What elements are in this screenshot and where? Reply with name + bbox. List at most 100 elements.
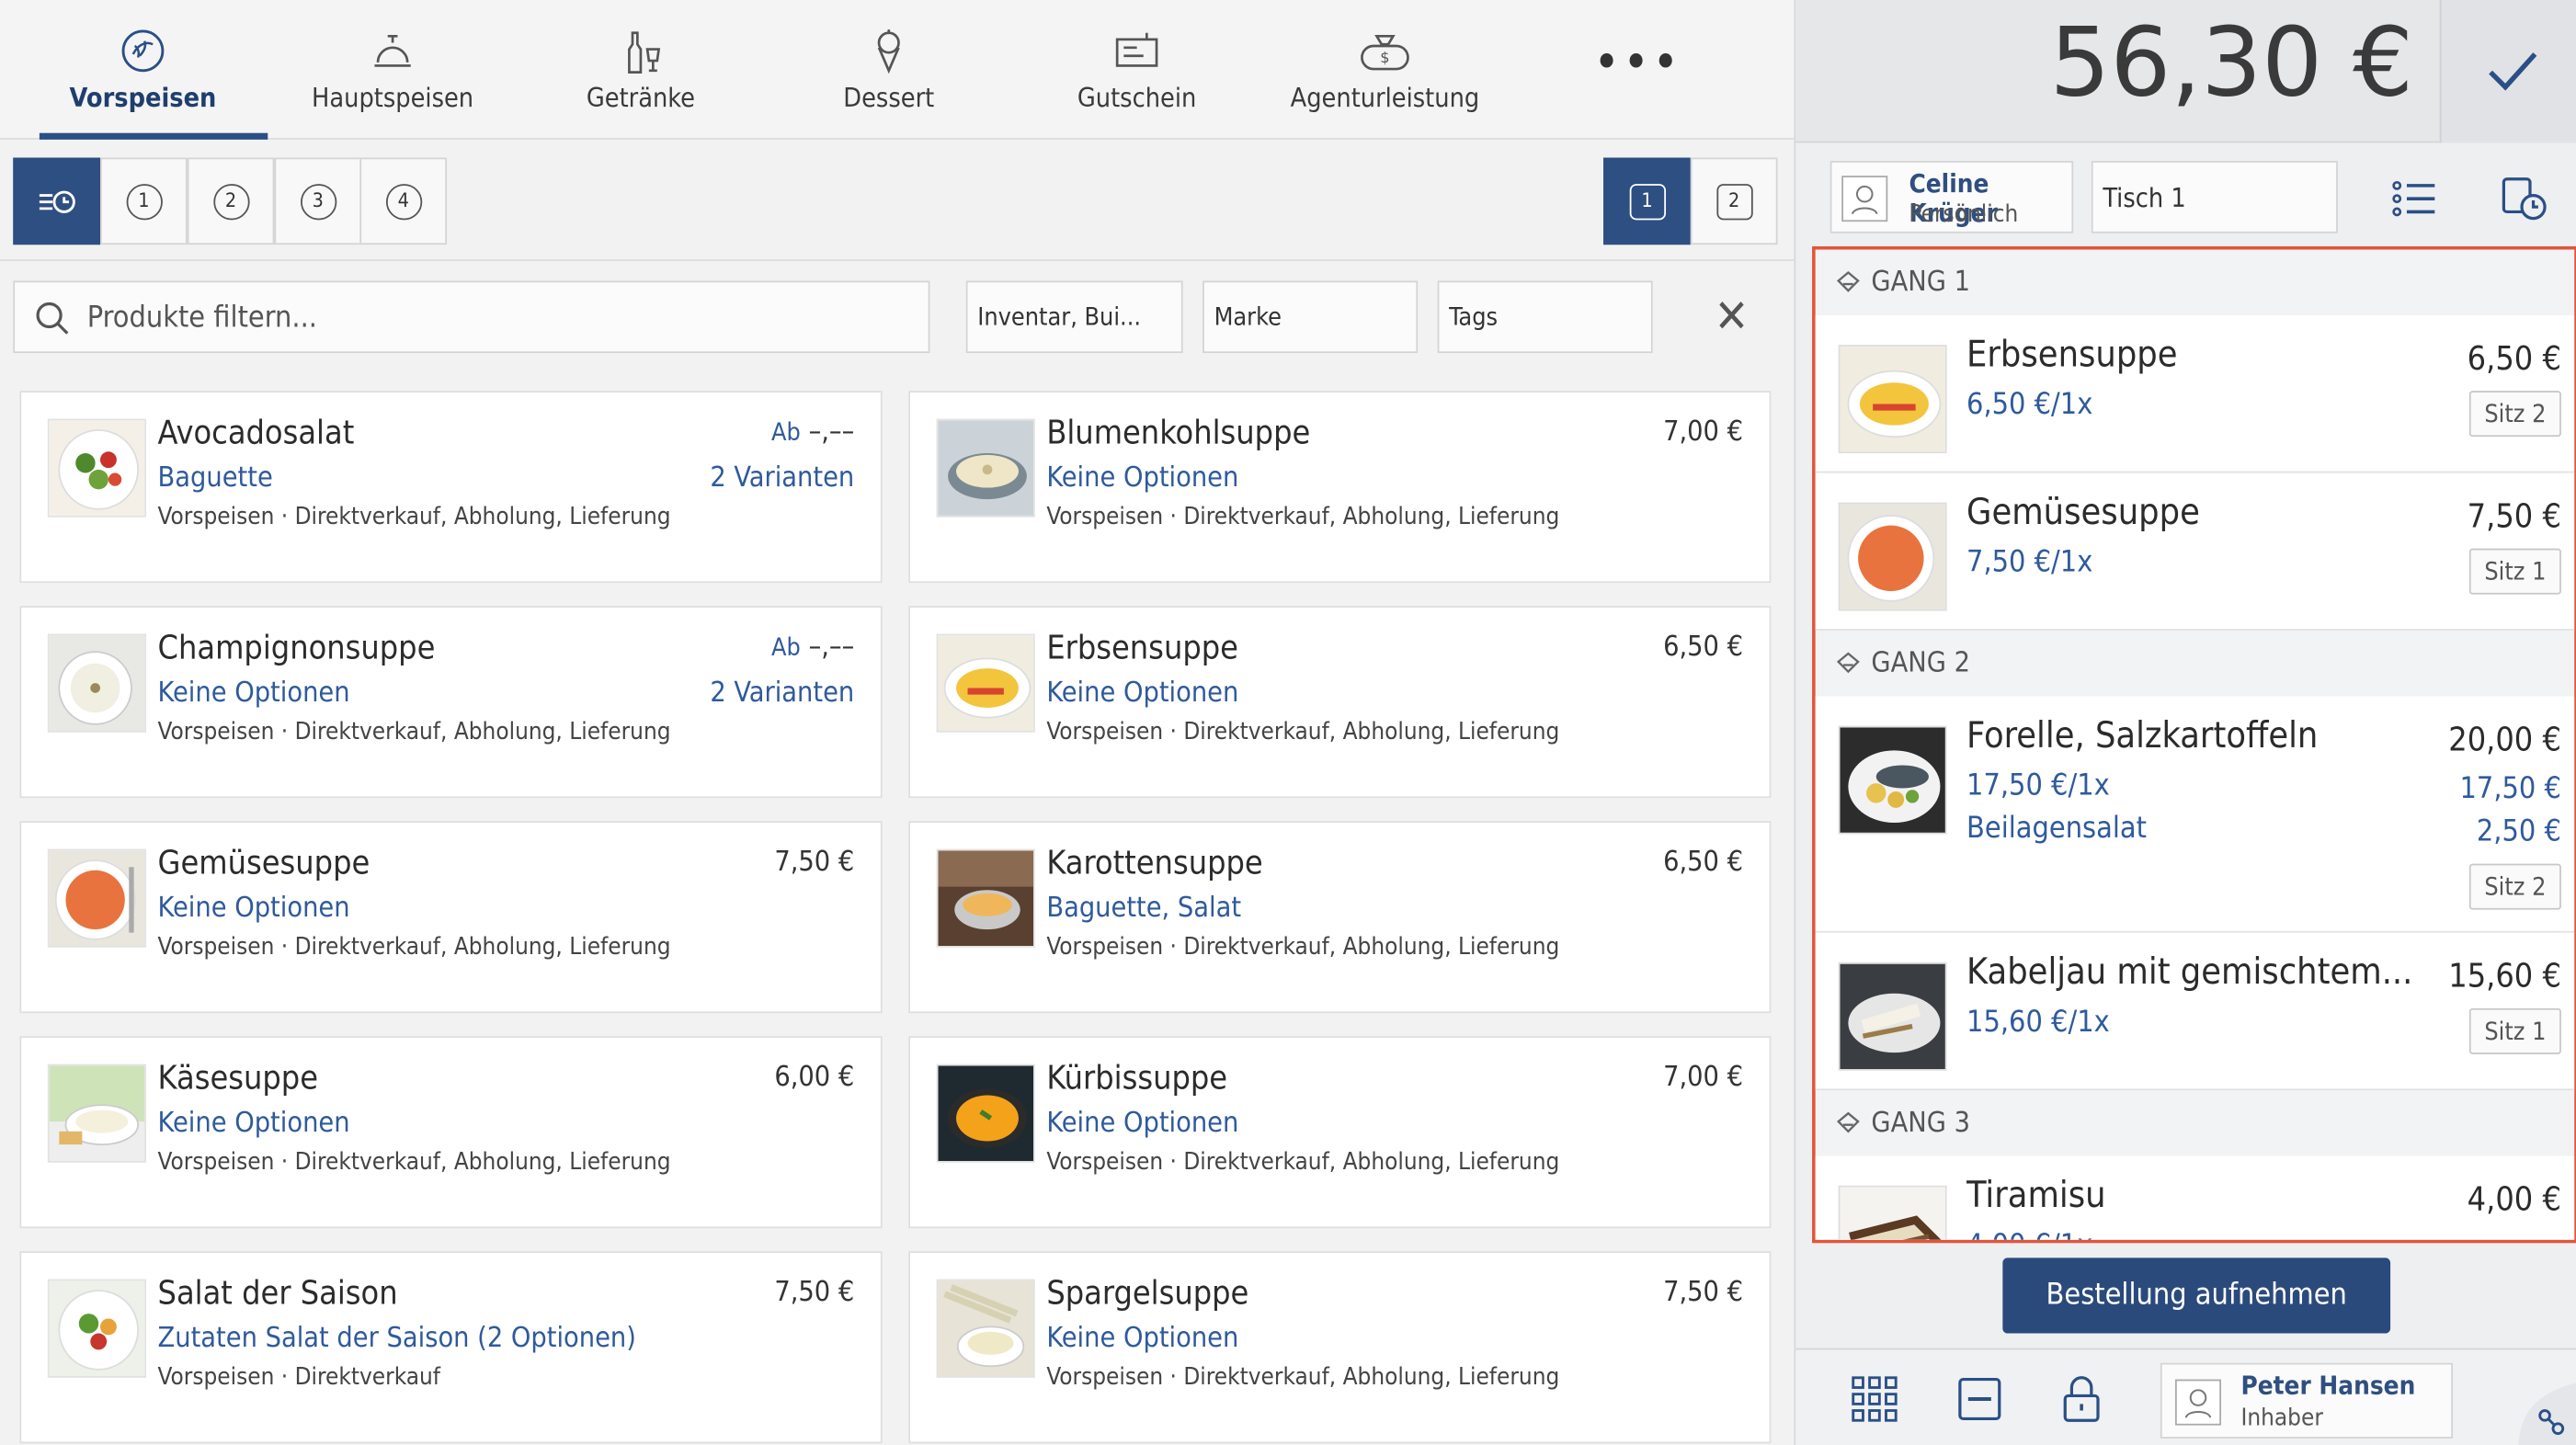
product-card[interactable]: Kürbissuppe 7,00 € Keine Optionen Vorspe… [908,1036,1772,1229]
course-label: GANG 1 [1871,266,1970,300]
product-card[interactable]: Avocadosalat Ab –,–– Baguette 2 Variante… [19,391,883,584]
brand-filter[interactable]: Marke [1203,280,1419,354]
order-item[interactable]: Tiramisu 4,00 € 4,00 €/1x [1815,1155,2575,1240]
course-label: GANG 3 [1871,1107,1970,1140]
product-card[interactable]: Salat der Saison 7,50 € Zutaten Salat de… [19,1251,883,1444]
settings-corner-icon[interactable] [2518,1382,2576,1445]
product-card[interactable]: Blumenkohlsuppe 7,00 € Keine Optionen Vo… [908,391,1772,584]
minus-square-icon[interactable] [1954,1372,2006,1425]
list-icon[interactable] [2390,174,2440,223]
product-options: Baguette [157,461,273,495]
confirm-button[interactable] [2439,0,2576,143]
product-image [936,633,1035,733]
product-price: 7,50 € [1663,1276,1744,1309]
item-price: 7,50 € [2467,495,2561,536]
seat-2-button[interactable]: 2 [1690,157,1778,245]
place-order-button[interactable]: Bestellung aufnehmen [2002,1257,2391,1334]
inventory-filter[interactable]: Inventar, Bui... [965,280,1183,354]
table-selector[interactable]: Tisch 1 [2091,161,2338,233]
product-card[interactable]: Karottensuppe 6,50 € Baguette, Salat Vor… [908,821,1772,1014]
product-price: 7,00 € [1663,415,1744,449]
seat-number: 2 [1715,183,1752,220]
tab-label: Vorspeisen [69,82,217,114]
product-variants: 2 Varianten [710,461,855,495]
product-meta: Vorspeisen · Direktverkauf, Abholung, Li… [157,719,671,746]
money-bag-icon: $ [1361,34,1409,71]
course-2-button[interactable]: 2 [187,157,275,245]
product-price: Ab –,–– [771,631,854,664]
product-meta: Vorspeisen · Direktverkauf, Abholung, Li… [1046,504,1560,531]
search-input[interactable]: Produkte filtern... [13,280,930,354]
product-name: Spargelsuppe [1046,1272,1249,1313]
tab-agenturleistung[interactable]: $ Agenturleistung [1261,0,1508,140]
product-name: Champignonsuppe [157,627,436,667]
svg-text:$: $ [1380,49,1389,66]
item-price: 6,50 € [2467,337,2561,378]
order-item[interactable]: Erbsensuppe 6,50 € 6,50 €/1x Sitz 2 [1815,314,2575,473]
tags-filter[interactable]: Tags [1437,280,1653,354]
product-price: Ab –,–– [771,415,854,449]
tab-label: Dessert [843,82,935,114]
order-context-row: Celine Krüger Persönlich Tisch 1 [1795,144,2576,246]
product-image [936,1279,1035,1378]
tab-getraenke[interactable]: Getränke [518,0,764,140]
waiter-selector[interactable]: Celine Krüger Persönlich [1829,161,2074,233]
item-name: Erbsensuppe [1966,335,2178,377]
item-image [1838,725,1947,835]
product-card[interactable]: Gemüsesuppe 7,50 € Keine Optionen Vorspe… [19,821,883,1014]
product-options: Keine Optionen [1046,676,1239,710]
seat-badge[interactable]: Sitz 2 [2468,863,2561,910]
item-image [1838,1185,1947,1240]
seat-badge[interactable]: Sitz 1 [2468,548,2561,595]
filter-bar: Produkte filtern... Inventar, Bui... Mar… [0,263,1794,368]
user-account-button[interactable]: Peter Hansen Inhaber [2160,1362,2453,1439]
product-card[interactable]: Käsesuppe 6,00 € Keine Optionen Vorspeis… [19,1036,883,1229]
search-placeholder: Produkte filtern... [86,300,317,336]
product-price: 7,50 € [774,1276,855,1309]
seat-1-button[interactable]: 1 [1603,157,1691,245]
item-image [1838,961,1947,1071]
product-meta: Vorspeisen · Direktverkauf, Abholung, Li… [1046,719,1560,746]
product-image [936,418,1035,518]
more-categories-button[interactable]: ••• [1593,39,1679,89]
product-name: Käsesuppe [157,1057,319,1098]
user-role: Inhaber [2240,1405,2323,1432]
course-4-button[interactable]: 4 [359,157,448,245]
course-seat-bar: 1 2 3 4 1 2 [0,142,1795,262]
tab-dessert[interactable]: Dessert [766,0,1012,140]
product-card[interactable]: Erbsensuppe 6,50 € Keine Optionen Vorspe… [908,606,1772,799]
tab-vorspeisen[interactable]: Vorspeisen [19,0,268,140]
product-card[interactable]: Spargelsuppe 7,50 € Keine Optionen Vorsp… [908,1251,1772,1444]
clear-filters-close-icon[interactable]: ✕ [1708,293,1754,343]
course-header: GANG 3 [1816,1090,2575,1155]
tab-label: Getränke [586,82,696,114]
product-options: Zutaten Salat der Saison (2 Optionen) [157,1322,636,1355]
order-item[interactable]: Kabeljau mit gemischtem... 15,60 € 15,60… [1815,932,2575,1091]
product-image [47,848,147,948]
course-1-button[interactable]: 1 [100,157,188,245]
course-header: GANG 1 [1816,250,2575,315]
course-number: 1 [125,183,163,220]
ice-cream-icon [877,29,900,74]
category-tabs: Vorspeisen Hauptspeisen Getränke Dessert… [0,0,1795,140]
tab-gutschein[interactable]: Gutschein [1014,0,1260,140]
order-total: 56,30 € [2049,6,2414,119]
course-number: 4 [385,183,422,220]
transfer-order-icon[interactable] [2499,174,2548,223]
waiter-avatar-icon [1841,176,1888,222]
item-unit-price: 6,50 €/1x [1966,387,2093,423]
tab-hauptspeisen[interactable]: Hauptspeisen [269,0,516,140]
item-unit-price: 17,50 €/1x [1966,768,2110,803]
order-item[interactable]: Forelle, Salzkartoffeln 20,00 € 17,50 €/… [1815,696,2575,933]
seat-badge[interactable]: Sitz 2 [2468,391,2561,438]
course-3-button[interactable]: 3 [274,157,362,245]
seat-badge[interactable]: Sitz 1 [2468,1007,2561,1054]
course-timeline-button[interactable] [13,157,101,245]
product-meta: Vorspeisen · Direktverkauf, Abholung, Li… [1046,1149,1560,1177]
order-item[interactable]: Gemüsesuppe 7,50 € 7,50 €/1x Sitz 1 [1815,472,2575,631]
product-card[interactable]: Champignonsuppe Ab –,–– Keine Optionen 2… [19,606,883,799]
grid-icon[interactable] [1848,1372,1900,1425]
product-meta: Vorspeisen · Direktverkauf, Abholung, Li… [1046,934,1560,961]
lock-icon[interactable] [2056,1372,2108,1425]
course-number: 3 [300,183,336,220]
